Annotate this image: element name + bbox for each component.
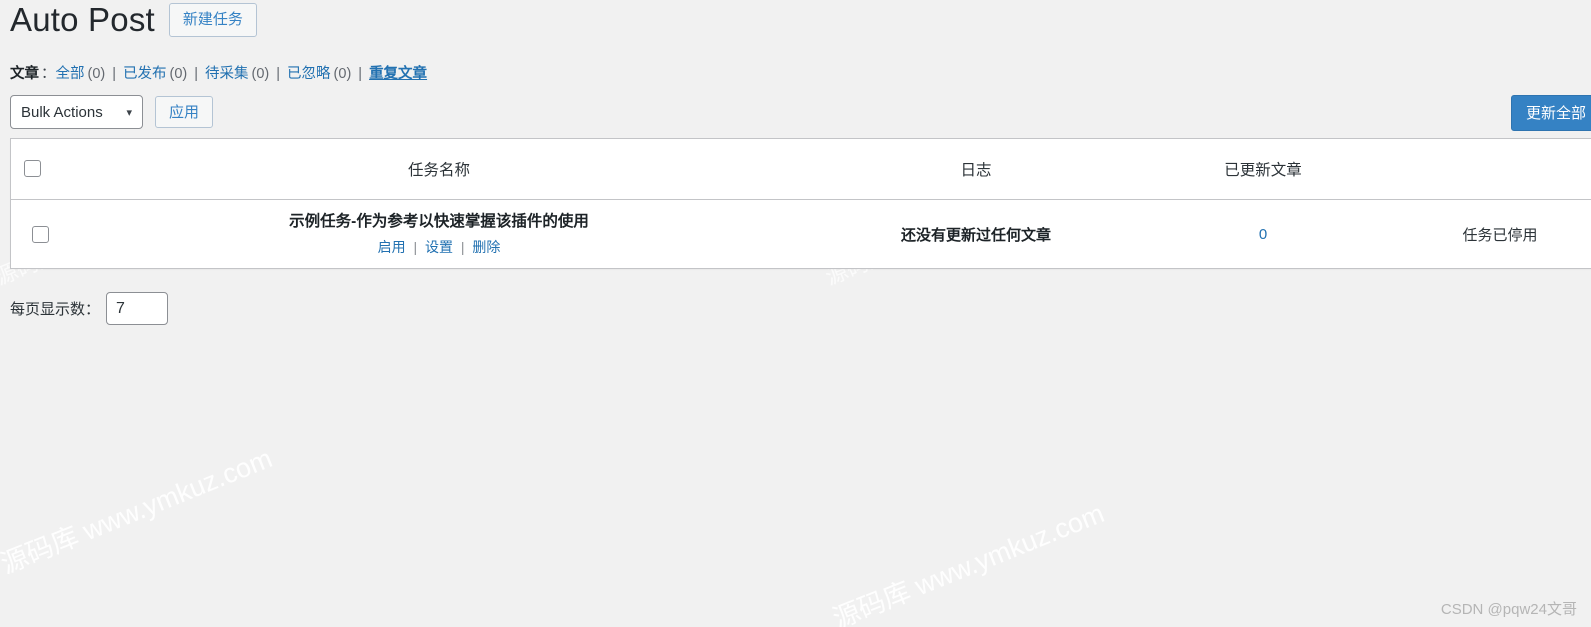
select-all-header xyxy=(11,139,73,200)
column-header-task-name[interactable]: 任务名称 xyxy=(73,139,805,200)
filter-link-all[interactable]: 全部 xyxy=(56,62,85,83)
task-updated-cell: 0 xyxy=(1147,200,1379,269)
per-page-label: 每页显示数： xyxy=(10,301,101,318)
filter-nav-colon: ： xyxy=(41,66,56,82)
status-badge: 任务已停用 xyxy=(1462,226,1538,244)
per-page-input[interactable] xyxy=(106,292,169,325)
post-status-filter-nav: 文章 ： 全部 (0) | 已发布 (0) | 待采集 (0) | 已忽略 (0… xyxy=(10,62,427,83)
page-header: Auto Post 新建任务 xyxy=(10,0,257,40)
filter-separator: | xyxy=(358,66,363,82)
new-task-button[interactable]: 新建任务 xyxy=(168,3,257,37)
filter-link-pending[interactable]: 待采集 xyxy=(205,62,249,83)
row-action-settings[interactable]: 设置 xyxy=(425,239,453,255)
column-header-status xyxy=(1379,139,1591,200)
row-action-enable[interactable]: 启用 xyxy=(378,239,406,255)
table-nav-top: Bulk Actions ▾ 应用 更新全部 xyxy=(10,95,1591,133)
column-header-updated-posts[interactable]: 已更新文章 xyxy=(1147,139,1379,200)
filter-link-ignored[interactable]: 已忽略 xyxy=(287,62,331,83)
row-checkbox[interactable] xyxy=(32,225,49,243)
row-action-delete[interactable]: 删除 xyxy=(472,239,500,255)
filter-link-duplicate[interactable]: 重复文章 xyxy=(369,62,427,83)
row-actions: 启用 | 设置 | 删除 xyxy=(74,237,804,257)
csdn-credit: CSDN @pqw24文哥 xyxy=(1440,601,1577,618)
tasks-table: 任务名称 日志 已更新文章 示例任务-作为参考以快速掌握该插件的使用 启用 | … xyxy=(10,138,1591,269)
watermark-site: 源码库 www.ymkuz.com xyxy=(0,443,277,580)
apply-button[interactable]: 应用 xyxy=(155,96,214,128)
select-all-checkbox[interactable] xyxy=(24,160,41,178)
filter-separator: | xyxy=(276,66,281,82)
task-title[interactable]: 示例任务-作为参考以快速掌握该插件的使用 xyxy=(74,211,804,233)
filter-count-pending: (0) xyxy=(251,66,270,82)
task-name-cell: 示例任务-作为参考以快速掌握该插件的使用 启用 | 设置 | 删除 xyxy=(73,200,805,269)
task-log-cell: 还没有更新过任何文章 xyxy=(805,200,1147,269)
filter-separator: | xyxy=(194,66,199,82)
column-header-log[interactable]: 日志 xyxy=(805,139,1147,200)
row-select-cell xyxy=(11,200,73,269)
filter-count-published: (0) xyxy=(169,66,188,82)
table-header-row: 任务名称 日志 已更新文章 xyxy=(11,139,1591,200)
filter-count-all: (0) xyxy=(87,66,106,82)
updated-count-link[interactable]: 0 xyxy=(1259,226,1267,243)
watermark-site: 源码库 www.ymkuz.com xyxy=(828,498,1109,627)
chevron-down-icon: ▾ xyxy=(126,106,132,119)
filter-nav-label: 文章 xyxy=(10,66,39,82)
update-all-button[interactable]: 更新全部 xyxy=(1510,95,1591,131)
per-page-control: 每页显示数： xyxy=(10,292,169,325)
bulk-actions-selected-value: Bulk Actions xyxy=(21,103,103,121)
bulk-actions-select[interactable]: Bulk Actions ▾ xyxy=(10,95,143,129)
row-action-separator: | xyxy=(460,238,465,255)
filter-count-ignored: (0) xyxy=(333,66,352,82)
row-action-separator: | xyxy=(413,238,418,255)
page-title: Auto Post xyxy=(10,1,155,38)
filter-separator: | xyxy=(112,66,117,82)
task-log-text: 还没有更新过任何文章 xyxy=(900,226,1051,244)
filter-link-published[interactable]: 已发布 xyxy=(123,62,167,83)
table-row: 示例任务-作为参考以快速掌握该插件的使用 启用 | 设置 | 删除 还没有更新过… xyxy=(11,200,1591,269)
task-status-cell: 任务已停用 xyxy=(1379,200,1591,269)
